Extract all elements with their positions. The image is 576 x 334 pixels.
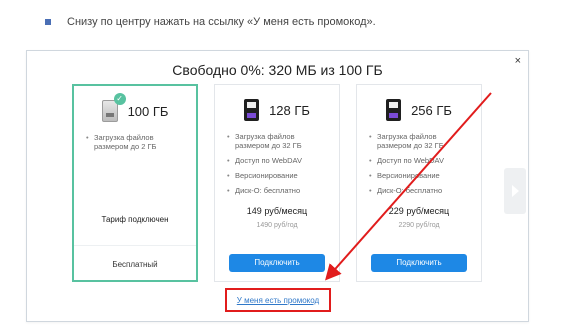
storage-dialog: × Свободно 0%: 320 МБ из 100 ГБ ✓ 100 ГБ… xyxy=(26,50,529,322)
feature-item: Версионирование xyxy=(227,171,331,180)
plan-header: 256 ГБ xyxy=(357,95,481,125)
instruction-line: Снизу по центру нажать на ссылку «У меня… xyxy=(45,14,565,30)
feature-item: Загрузка файлов размером до 2 ГБ xyxy=(86,133,188,151)
feature-item: Диск-О: бесплатно xyxy=(227,186,331,195)
connect-button[interactable]: Подключить xyxy=(371,254,467,272)
square-bullet-icon xyxy=(45,19,51,25)
check-icon: ✓ xyxy=(113,93,126,105)
feature-item: Диск-О: бесплатно xyxy=(369,186,473,195)
instruction-text: Снизу по центру нажать на ссылку «У меня… xyxy=(67,16,376,28)
feature-item: Доступ по WebDAV xyxy=(369,156,473,165)
plan-header: ✓ 100 ГБ xyxy=(74,93,196,126)
plan-price: 229 руб/месяц xyxy=(388,206,450,216)
feature-list: Загрузка файлов размером до 32 ГБ Доступ… xyxy=(227,132,331,201)
plan-size: 256 ГБ xyxy=(411,102,452,118)
plan-status: Тариф подключен xyxy=(101,215,169,224)
divider xyxy=(74,245,196,246)
plan-size: 128 ГБ xyxy=(269,102,310,118)
feature-item: Загрузка файлов размером до 32 ГБ xyxy=(369,132,473,150)
connect-button[interactable]: Подключить xyxy=(229,254,325,272)
plan-card-128gb: 128 ГБ Загрузка файлов размером до 32 ГБ… xyxy=(214,84,340,282)
feature-item: Доступ по WebDAV xyxy=(227,156,331,165)
plan-card-100gb: ✓ 100 ГБ Загрузка файлов размером до 2 Г… xyxy=(72,84,198,282)
plan-card-256gb: 256 ГБ Загрузка файлов размером до 32 ГБ… xyxy=(356,84,482,282)
dialog-title: Свободно 0%: 320 МБ из 100 ГБ xyxy=(172,62,383,78)
disk-check-icon: ✓ xyxy=(101,93,126,122)
plan-price-year: 1490 руб/год xyxy=(256,222,298,229)
plan-header: 128 ГБ xyxy=(215,95,339,125)
carousel-next-button[interactable] xyxy=(504,168,526,214)
sd-card-icon xyxy=(386,99,402,121)
chevron-right-icon xyxy=(511,185,519,197)
feature-item: Загрузка файлов размером до 32 ГБ xyxy=(227,132,331,150)
promo-code-link[interactable]: У меня есть промокод xyxy=(237,296,319,305)
plan-price: 149 руб/месяц xyxy=(246,206,308,216)
feature-item: Версионирование xyxy=(369,171,473,180)
promo-highlight: У меня есть промокод xyxy=(225,288,331,312)
plan-price-year: 2290 руб/год xyxy=(398,222,440,229)
sd-card-icon xyxy=(244,99,260,121)
feature-list: Загрузка файлов размером до 2 ГБ xyxy=(86,133,188,157)
plan-size: 100 ГБ xyxy=(127,103,169,119)
feature-list: Загрузка файлов размером до 32 ГБ Доступ… xyxy=(369,132,473,201)
plan-free-label: Бесплатный xyxy=(112,260,158,269)
